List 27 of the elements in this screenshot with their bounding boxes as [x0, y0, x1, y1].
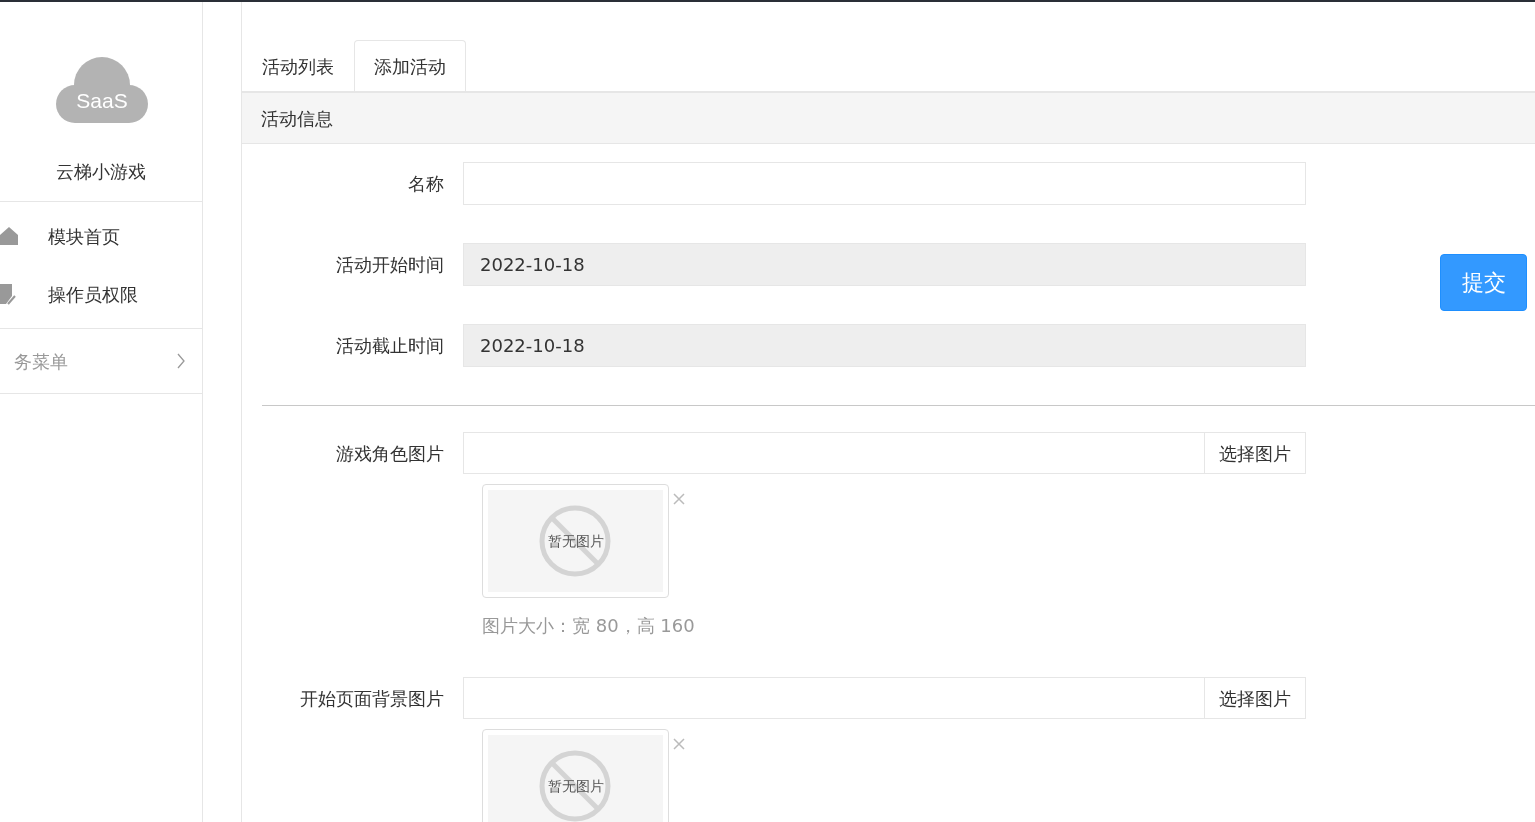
text-field[interactable]: 2022-10-18 — [463, 243, 1306, 286]
field-label: 游戏角色图片 — [335, 441, 445, 466]
file-path-field[interactable]: 选择图片 — [463, 432, 1306, 474]
text-field[interactable]: 2022-10-18 — [463, 324, 1306, 367]
app-name: 云梯小游戏 — [56, 160, 146, 184]
no-image-icon — [538, 749, 612, 822]
field-label: 名称 — [407, 172, 445, 196]
no-image-text: 暂无图片 — [547, 776, 604, 796]
field-label: 活动开始时间 — [335, 253, 445, 277]
close-icon[interactable] — [672, 492, 686, 506]
chevron-right-icon — [176, 353, 186, 369]
panel-header: 活动信息 — [242, 91, 1535, 144]
sidebar-item[interactable]: 操作员权限 — [0, 265, 202, 323]
close-icon[interactable] — [672, 737, 686, 751]
no-image-icon — [538, 504, 612, 578]
tab[interactable]: 活动列表 — [242, 40, 354, 92]
field-label: 开始页面背景图片 — [299, 686, 445, 711]
document-edit-icon — [0, 282, 16, 306]
image-size-hint: 图片大小：宽 80，高 160 — [482, 614, 696, 638]
file-path-field[interactable]: 选择图片 — [463, 677, 1306, 719]
home-icon — [0, 225, 18, 247]
field-label: 活动截止时间 — [335, 334, 445, 358]
text-field[interactable] — [463, 162, 1306, 205]
no-image-text: 暂无图片 — [547, 531, 604, 551]
cloud-logo: SaaS — [53, 55, 150, 125]
tab[interactable]: 添加活动 — [354, 40, 466, 92]
sidebar-item[interactable]: 模块首页 — [0, 207, 202, 265]
